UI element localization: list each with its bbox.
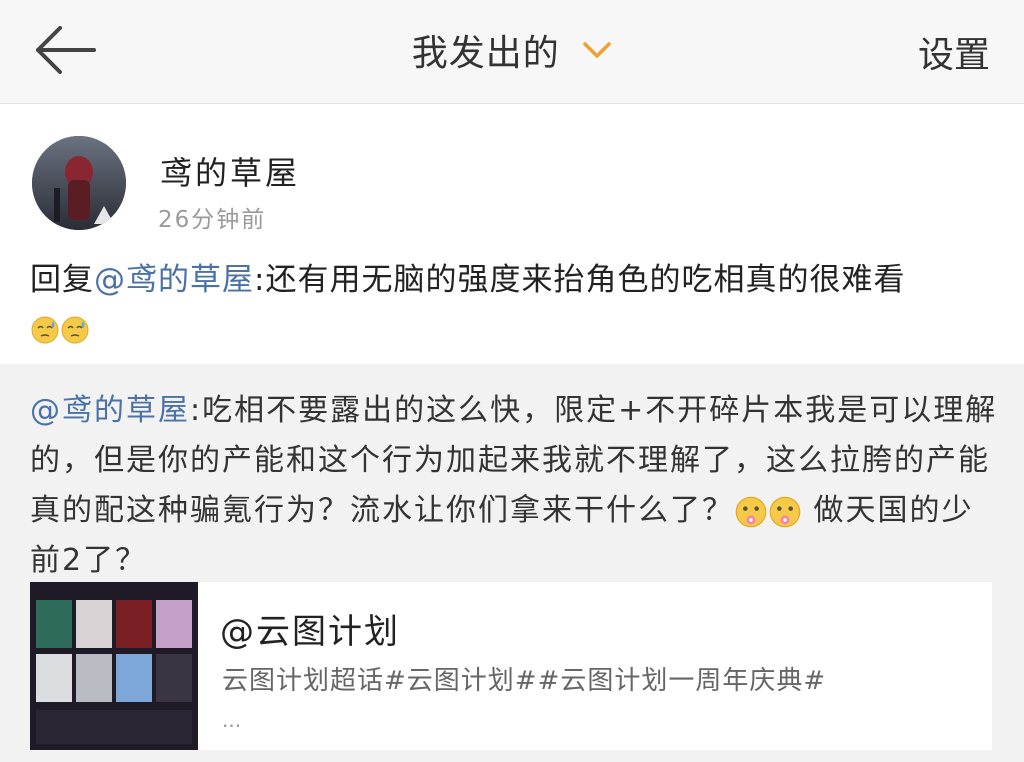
card-tags: 云图计划超话#云图计划##云图计划一周年庆典# <box>222 666 827 696</box>
card-title: @云图计划 <box>220 612 400 652</box>
quoted-post[interactable]: @鸢的草屋:吃相不要露出的这么快，限定+不开碎片本我是可以理解的，但是你的产能和… <box>0 364 1024 762</box>
flower-face-emoji-icon <box>769 496 801 527</box>
reply-text: 回复@鸢的草屋:还有用无脑的强度来抬角色的吃相真的很难看 <box>30 256 1000 352</box>
top-bar: 我发出的 设置 <box>0 0 1024 104</box>
sweat-emoji-icon <box>61 316 89 343</box>
reply-body: :还有用无脑的强度来抬角色的吃相真的很难看 <box>254 262 906 298</box>
card-more: ... <box>222 708 242 732</box>
settings-button[interactable]: 设置 <box>918 26 990 78</box>
reply-prefix: 回复 <box>30 262 94 298</box>
page-title: 我发出的 <box>411 33 560 74</box>
reply-mention-link[interactable]: @鸢的草屋 <box>94 262 254 298</box>
timestamp: 26分钟前 <box>158 207 267 233</box>
quoted-mention-link[interactable]: @鸢的草屋 <box>30 393 190 428</box>
sweat-emoji-icon <box>31 316 59 343</box>
title-dropdown[interactable]: 我发出的 <box>0 24 1024 76</box>
username[interactable]: 鸢的草屋 <box>160 148 300 194</box>
chevron-down-icon <box>583 42 611 58</box>
quoted-text: @鸢的草屋:吃相不要露出的这么快，限定+不开碎片本我是可以理解的，但是你的产能和… <box>30 386 1000 586</box>
flower-face-emoji-icon <box>735 496 767 527</box>
avatar[interactable] <box>32 136 126 230</box>
card-thumbnail <box>30 582 198 750</box>
link-card[interactable]: @云图计划 云图计划超话#云图计划##云图计划一周年庆典# ... <box>30 582 992 750</box>
